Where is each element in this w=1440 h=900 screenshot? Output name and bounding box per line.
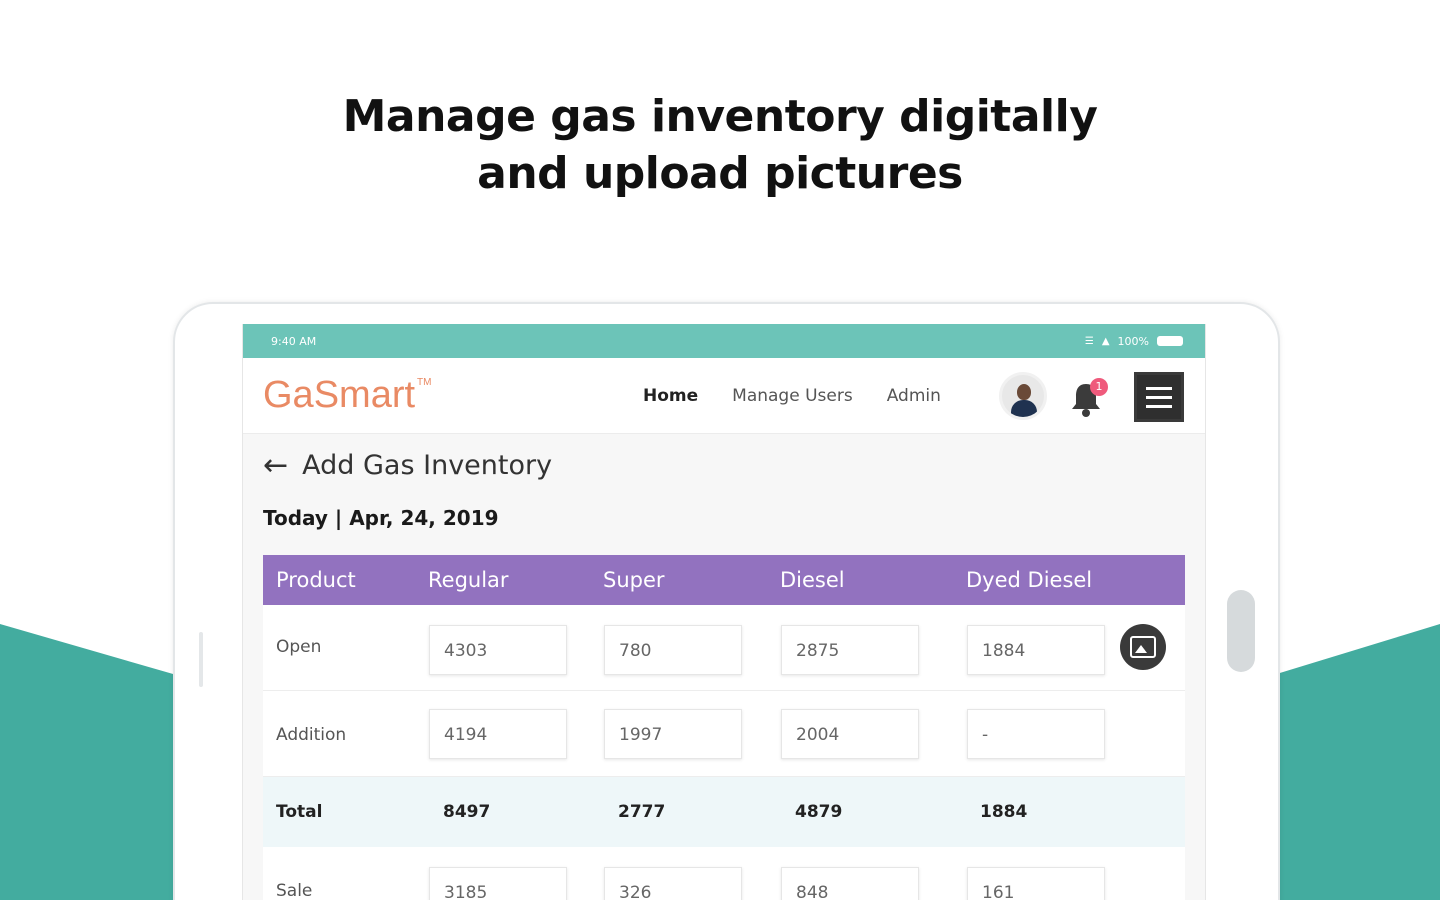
back-arrow-icon[interactable]: ← <box>263 450 288 481</box>
row-label-total: Total <box>276 802 323 822</box>
teal-shape-left <box>0 624 180 900</box>
table-header: Product Regular Super Diesel Dyed Diesel <box>263 555 1185 605</box>
signal-icon: ▲ <box>1101 335 1110 347</box>
hamburger-menu-icon-line <box>1146 404 1172 408</box>
date-line: Today | Apr, 24, 2019 <box>263 506 499 530</box>
upload-photo-button[interactable] <box>1120 624 1166 670</box>
wifi-icon: ☰ <box>1084 335 1094 347</box>
logo-trademark: TM <box>417 377 432 388</box>
sale-diesel-input[interactable]: 848 <box>781 867 919 900</box>
total-diesel: 4879 <box>795 802 843 822</box>
page-title-row: ← Add Gas Inventory <box>263 450 552 481</box>
app-screen: 9:40 AM ☰ ▲ 100% GaSmart TM Home Manage U… <box>242 324 1206 900</box>
table-row-addition: Addition 4194 1997 2004 - <box>263 691 1185 777</box>
total-regular: 8497 <box>443 802 491 822</box>
nav-link-manage-users[interactable]: Manage Users <box>732 386 853 406</box>
table-row-open: Open 4303 780 2875 1884 <box>263 605 1185 691</box>
sale-super-input[interactable]: 326 <box>604 867 742 900</box>
status-bar: 9:40 AM ☰ ▲ 100% <box>243 324 1205 358</box>
addition-dyed-diesel-input[interactable]: - <box>967 709 1105 759</box>
nav-link-home[interactable]: Home <box>643 386 698 406</box>
row-label-addition: Addition <box>276 725 347 745</box>
open-diesel-input[interactable]: 2875 <box>781 625 919 675</box>
top-navbar: GaSmart TM Home Manage Users Admin 1 <box>243 358 1205 434</box>
battery-icon <box>1157 336 1183 346</box>
table-row-total: Total 8497 2777 4879 1884 <box>263 777 1185 847</box>
row-label-open: Open <box>276 637 322 657</box>
total-dyed-diesel: 1884 <box>980 802 1028 822</box>
headline: Manage gas inventory digitally and uploa… <box>0 88 1440 202</box>
addition-diesel-input[interactable]: 2004 <box>781 709 919 759</box>
logo[interactable]: GaSmart TM <box>263 374 432 417</box>
hamburger-menu-icon-line <box>1146 395 1172 399</box>
addition-regular-input[interactable]: 4194 <box>429 709 567 759</box>
nav-links: Home Manage Users Admin <box>643 358 941 434</box>
tablet-home-button[interactable] <box>1227 590 1255 672</box>
image-upload-icon <box>1130 636 1156 658</box>
header-regular: Regular <box>428 568 509 592</box>
battery-percent: 100% <box>1117 334 1149 348</box>
row-label-sale: Sale <box>276 881 313 900</box>
total-super: 2777 <box>618 802 666 822</box>
sale-dyed-diesel-input[interactable]: 161 <box>967 867 1105 900</box>
open-regular-input[interactable]: 4303 <box>429 625 567 675</box>
avatar-head <box>1017 384 1031 400</box>
notification-badge: 1 <box>1090 378 1108 396</box>
logo-text: GaSmart <box>263 374 416 416</box>
status-time: 9:40 AM <box>271 334 317 348</box>
header-diesel: Diesel <box>780 568 845 592</box>
hamburger-menu-icon <box>1146 386 1172 390</box>
header-product: Product <box>276 568 356 592</box>
headline-line-2: and upload pictures <box>477 148 963 199</box>
open-super-input[interactable]: 780 <box>604 625 742 675</box>
nav-link-admin[interactable]: Admin <box>887 386 941 406</box>
hamburger-menu-button[interactable] <box>1134 372 1184 422</box>
open-dyed-diesel-input[interactable]: 1884 <box>967 625 1105 675</box>
table-row-sale: Sale 3185 326 848 161 <box>263 847 1185 900</box>
status-icons: ☰ ▲ 100% <box>1085 335 1183 348</box>
notification-button[interactable]: 1 <box>1068 378 1108 418</box>
header-dyed-diesel: Dyed Diesel <box>966 568 1093 592</box>
avatar[interactable] <box>999 372 1047 420</box>
sale-regular-input[interactable]: 3185 <box>429 867 567 900</box>
header-super: Super <box>603 568 665 592</box>
promo-screen: Manage gas inventory digitally and uploa… <box>0 0 1440 900</box>
avatar-body <box>1011 400 1037 417</box>
page-title: Add Gas Inventory <box>302 450 553 481</box>
inventory-table: Product Regular Super Diesel Dyed Diesel… <box>263 555 1185 900</box>
tablet-side-button <box>199 632 203 687</box>
teal-shape-right <box>1270 624 1440 900</box>
headline-line-1: Manage gas inventory digitally <box>342 91 1098 142</box>
addition-super-input[interactable]: 1997 <box>604 709 742 759</box>
